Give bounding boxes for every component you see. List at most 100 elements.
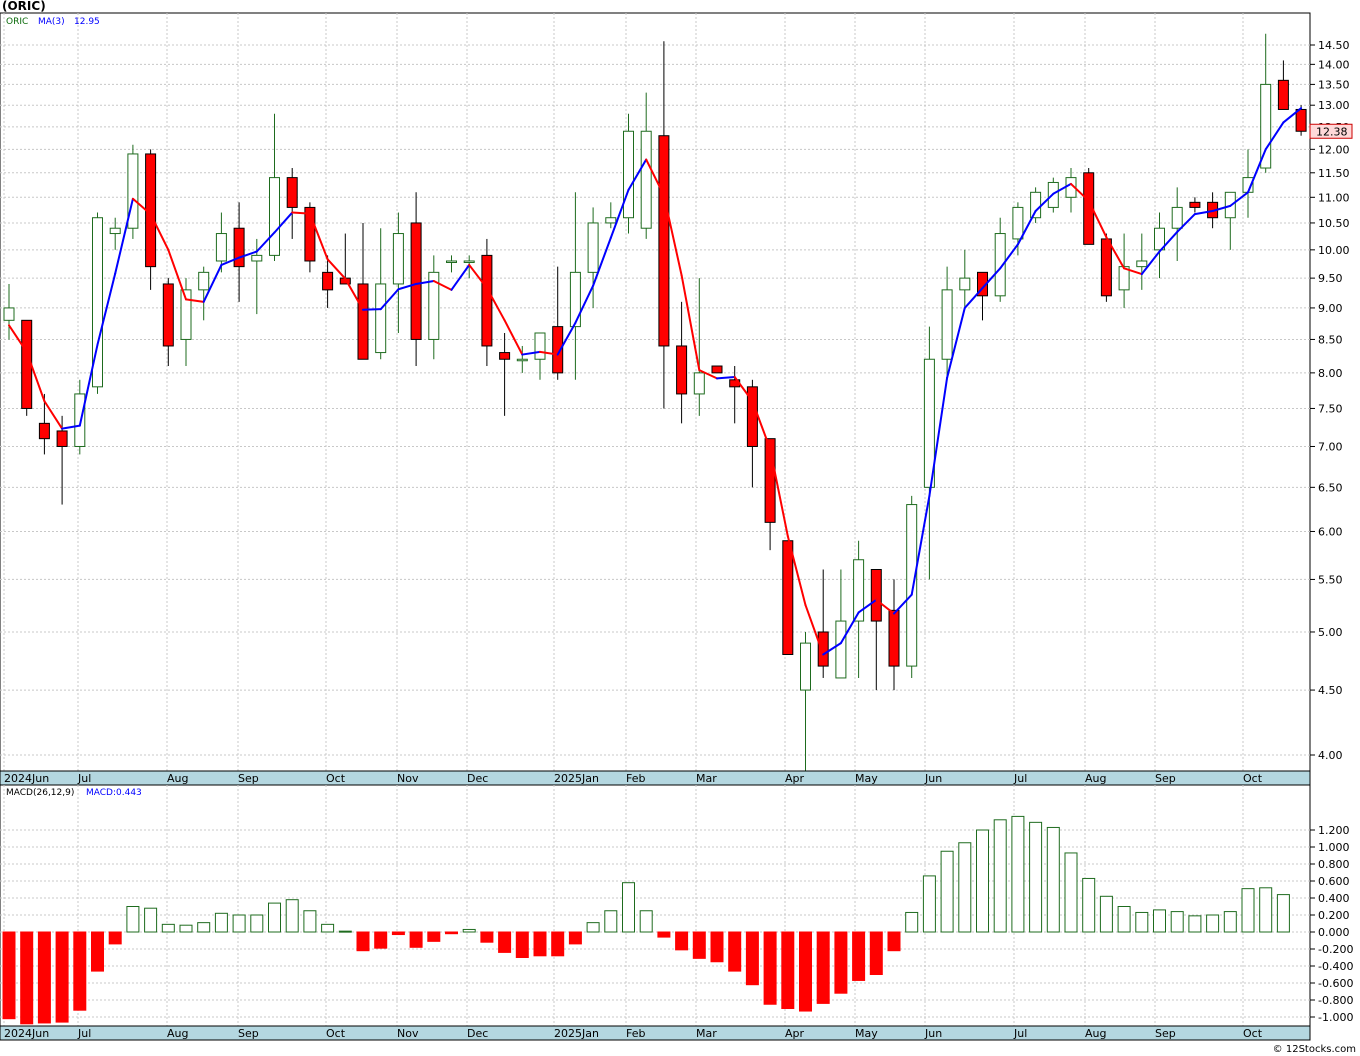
price-legend-symbol: ORIC: [6, 17, 28, 27]
macd-bar: [533, 931, 547, 957]
price-y-tick-label: 6.50: [1318, 481, 1343, 494]
macd-bar: [692, 931, 706, 959]
macd-y-tick-label: -0.200: [1318, 943, 1353, 956]
macd-bar: [799, 931, 812, 1012]
candle-body: [623, 130, 634, 219]
macd-bar: [179, 924, 193, 933]
price-y-tick-label: 5.50: [1318, 573, 1343, 586]
macd-y-tick-label: 0.600: [1318, 875, 1350, 888]
macd-bar: [1099, 895, 1113, 933]
candle-body: [640, 130, 652, 229]
candle-body: [251, 254, 263, 262]
price-y-tick-label: 14.50: [1318, 39, 1350, 52]
x-axis-label: 2024Jun: [4, 772, 49, 785]
candle-body: [800, 642, 811, 691]
candle-body: [1295, 108, 1307, 132]
price-y-tick-label: 14.00: [1318, 58, 1350, 71]
macd-y-tick-label: -0.400: [1318, 960, 1353, 973]
price-y-tick-label: 11.50: [1318, 167, 1350, 180]
x-axis-label: Jul: [1013, 1027, 1027, 1040]
macd-bar: [144, 907, 158, 933]
x-axis-label: Feb: [626, 1027, 645, 1040]
candle-body: [587, 222, 599, 273]
macd-bar: [1241, 888, 1255, 933]
macd-bar: [445, 931, 458, 935]
macd-y-axis: 1.200 1.000 0.800 0.600 0.400 0.200 0.000 -0.20…: [1310, 824, 1353, 1024]
macd-bar: [976, 829, 989, 933]
macd-panel-frame: [0, 784, 1311, 1027]
candle-body: [162, 283, 174, 347]
macd-y-tick-label: 0.400: [1318, 892, 1350, 905]
candle-body: [569, 271, 581, 328]
macd-bar: [1153, 909, 1166, 933]
macd-bar: [1046, 826, 1060, 933]
price-y-tick-label: 5.00: [1318, 626, 1343, 639]
price-legend-ma: MA(3): [38, 17, 65, 27]
price-y-tick-label: 9.00: [1318, 302, 1343, 315]
price-y-tick-label: 11.00: [1318, 191, 1350, 204]
x-axis-label: Mar: [696, 772, 717, 785]
macd-bar: [604, 910, 618, 933]
macd-x-axis-band: [0, 1025, 1311, 1041]
candle-body: [693, 372, 705, 395]
macd-bar: [1082, 877, 1096, 933]
macd-bar: [1170, 911, 1184, 933]
candle-body: [3, 307, 15, 321]
price-y-tick-label: 7.00: [1318, 440, 1343, 453]
candle-body: [215, 233, 227, 262]
x-axis-label: Jun: [924, 1027, 942, 1040]
candle-body: [1189, 201, 1201, 208]
candle-body: [392, 233, 404, 285]
price-y-tick-label: 6.00: [1318, 525, 1343, 538]
candle-body: [286, 177, 298, 208]
macd-bar: [1223, 911, 1237, 933]
price-y-tick-label: 13.00: [1318, 99, 1350, 112]
x-axis-label: Aug: [1085, 772, 1106, 785]
macd-bar: [268, 902, 281, 933]
price-y-tick-label: 9.50: [1318, 272, 1343, 285]
macd-bar: [852, 931, 866, 981]
candle-body: [817, 631, 829, 667]
x-axis-label: Feb: [626, 772, 645, 785]
macd-bar: [1011, 815, 1025, 933]
x-axis-label: 2025Jan: [554, 772, 599, 785]
macd-bar: [321, 923, 335, 933]
candle-body: [322, 271, 334, 291]
ma-segment: [716, 376, 736, 380]
candle-body: [269, 177, 280, 256]
macd-bar: [250, 914, 264, 933]
x-axis-label: Jun: [924, 772, 942, 785]
macd-bar: [356, 931, 370, 952]
macd-bar: [374, 931, 388, 949]
macd-bar: [869, 931, 883, 975]
x-axis-label: Nov: [397, 1027, 419, 1040]
macd-bar: [1259, 887, 1273, 933]
macd-y-tick-label: -1.000: [1318, 1011, 1353, 1024]
macd-bar: [745, 931, 759, 986]
macd-bar: [586, 922, 600, 933]
macd-bar: [622, 882, 635, 933]
macd-bar: [515, 931, 529, 958]
macd-bar: [2, 931, 16, 1020]
candle-body: [676, 345, 688, 395]
candle-body: [233, 227, 245, 268]
x-axis-label: Oct: [1243, 1027, 1263, 1040]
macd-bar: [391, 931, 405, 936]
price-y-tick-label: 10.00: [1318, 244, 1350, 257]
candle-body: [888, 609, 900, 667]
candle-body: [198, 271, 210, 291]
x-axis-label: May: [855, 772, 878, 785]
macd-bar: [462, 928, 476, 933]
candle-body: [835, 620, 847, 679]
price-y-tick-label: 7.50: [1318, 402, 1343, 415]
macd-bar: [1135, 911, 1149, 933]
last-price-badge: 12.38: [1309, 123, 1353, 139]
macd-bar: [427, 931, 441, 942]
x-axis-label: Oct: [326, 772, 346, 785]
x-axis-label: Oct: [326, 1027, 346, 1040]
price-legend-ma-value: 12.95: [74, 17, 100, 27]
price-y-tick-label: 8.50: [1318, 333, 1343, 346]
macd-bar: [214, 912, 228, 933]
macd-y-tick-label: 1.200: [1318, 824, 1350, 837]
macd-panel: 1.200 1.000 0.800 0.600 0.400 0.200 0.000 -0.20…: [0, 784, 1353, 1041]
